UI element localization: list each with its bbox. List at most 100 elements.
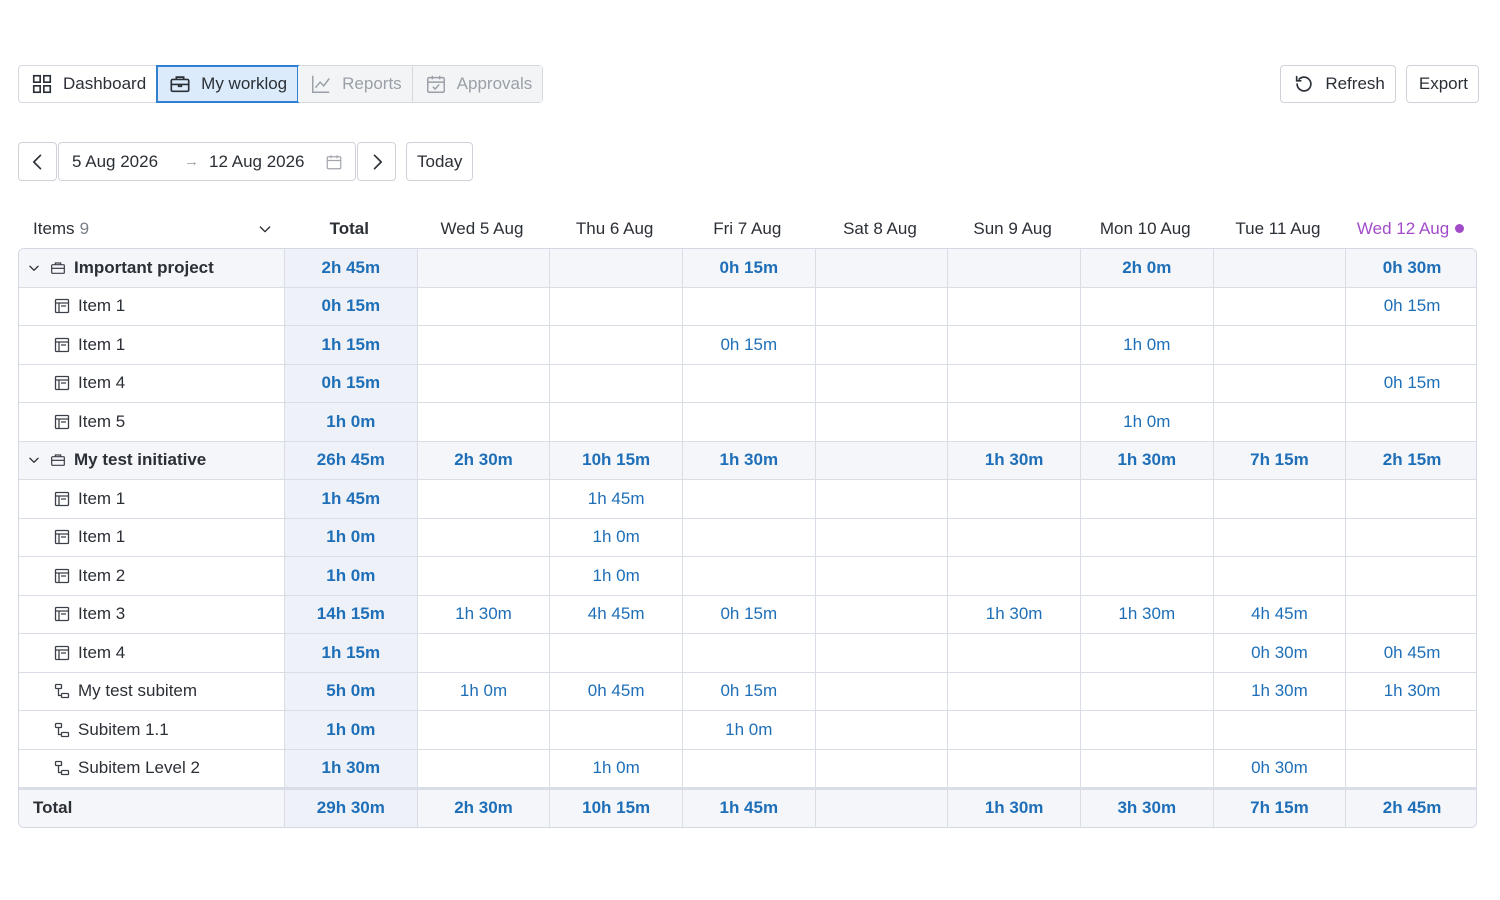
time-cell[interactable] [814,749,948,787]
time-cell[interactable] [947,634,1080,672]
time-cell[interactable] [814,403,948,441]
time-cell[interactable] [1345,326,1476,364]
time-cell[interactable] [416,749,550,787]
time-cell[interactable] [1345,749,1476,787]
time-cell[interactable] [681,634,815,672]
time-cell[interactable] [416,480,550,518]
refresh-button[interactable]: Refresh [1280,65,1396,103]
row-name-cell[interactable]: Important project [19,249,284,287]
time-cell[interactable] [1212,364,1346,402]
time-cell[interactable]: 0h 30m [1212,634,1346,672]
time-cell[interactable] [549,364,682,402]
time-cell[interactable] [1212,403,1346,441]
time-cell[interactable] [1079,672,1213,710]
time-cell[interactable] [1079,749,1213,787]
time-cell[interactable] [681,518,815,556]
time-cell[interactable]: 1h 0m [549,749,682,787]
time-cell[interactable]: 0h 30m [1212,749,1346,787]
time-cell[interactable] [1212,518,1346,556]
time-cell[interactable] [1079,518,1213,556]
collapse-chevron-icon[interactable] [27,453,41,467]
row-name-cell[interactable]: Item 1 [19,480,284,518]
time-cell[interactable] [416,326,550,364]
time-cell[interactable] [681,557,815,595]
time-cell[interactable]: 1h 30m [1212,672,1346,710]
time-cell[interactable] [947,672,1080,710]
time-cell[interactable] [549,326,682,364]
row-name-cell[interactable]: My test initiative [19,442,284,480]
time-cell[interactable]: 1h 30m [1079,595,1213,633]
tab-dashboard[interactable]: Dashboard [19,66,158,102]
time-cell[interactable] [681,287,815,325]
time-cell[interactable]: 0h 45m [1345,634,1476,672]
time-cell[interactable]: 4h 45m [1212,595,1346,633]
time-cell[interactable]: 0h 45m [549,672,682,710]
time-cell[interactable] [1079,287,1213,325]
time-cell[interactable]: 0h 15m [681,595,815,633]
time-cell[interactable] [814,480,948,518]
time-cell[interactable] [814,672,948,710]
time-cell[interactable] [1345,403,1476,441]
row-name-cell[interactable]: Item 4 [19,634,284,672]
time-cell[interactable] [549,711,682,749]
time-cell[interactable]: 1h 0m [1079,403,1213,441]
time-cell[interactable] [1079,480,1213,518]
time-cell[interactable] [1345,518,1476,556]
time-cell[interactable]: 1h 30m [947,595,1080,633]
time-cell[interactable] [814,518,948,556]
time-cell[interactable] [814,557,948,595]
time-cell[interactable] [1345,557,1476,595]
time-cell[interactable]: 1h 0m [1079,326,1213,364]
time-cell[interactable] [947,403,1080,441]
time-cell[interactable] [814,634,948,672]
collapse-chevron-icon[interactable] [27,261,41,275]
time-cell[interactable] [947,364,1080,402]
date-range-picker[interactable]: 5 Aug 2026 → 12 Aug 2026 [58,142,356,181]
row-name-cell[interactable]: Item 1 [19,326,284,364]
time-cell[interactable]: 0h 15m [1345,287,1476,325]
time-cell[interactable] [947,557,1080,595]
time-cell[interactable] [416,403,550,441]
time-cell[interactable] [416,287,550,325]
time-cell[interactable] [681,364,815,402]
time-cell[interactable] [549,287,682,325]
time-cell[interactable] [947,326,1080,364]
time-cell[interactable]: 1h 30m [1345,672,1476,710]
time-cell[interactable]: 1h 45m [549,480,682,518]
time-cell[interactable] [814,326,948,364]
row-name-cell[interactable]: Subitem Level 2 [19,750,284,788]
time-cell[interactable] [549,403,682,441]
time-cell[interactable]: 0h 15m [681,672,815,710]
export-button[interactable]: Export [1405,65,1479,103]
previous-week-button[interactable] [18,142,57,181]
row-name-cell[interactable]: My test subitem [19,673,284,711]
time-cell[interactable] [1079,711,1213,749]
time-cell[interactable] [1212,557,1346,595]
time-cell[interactable] [681,749,815,787]
time-cell[interactable] [947,749,1080,787]
time-cell[interactable] [814,711,948,749]
tab-my-worklog[interactable]: My worklog [156,65,300,103]
time-cell[interactable] [681,403,815,441]
row-name-cell[interactable]: Item 2 [19,557,284,595]
row-name-cell[interactable]: Item 1 [19,288,284,326]
today-button[interactable]: Today [406,142,474,181]
items-column-header[interactable]: Items 9 [18,219,283,239]
time-cell[interactable] [947,287,1080,325]
row-name-cell[interactable]: Item 4 [19,365,284,403]
time-cell[interactable] [1345,711,1476,749]
tab-approvals[interactable]: Approvals [412,66,543,102]
time-cell[interactable] [947,711,1080,749]
time-cell[interactable]: 0h 15m [681,326,815,364]
time-cell[interactable] [1079,634,1213,672]
time-cell[interactable] [416,364,550,402]
time-cell[interactable] [947,480,1080,518]
time-cell[interactable]: 1h 0m [549,557,682,595]
row-name-cell[interactable]: Item 1 [19,519,284,557]
time-cell[interactable] [1345,595,1476,633]
time-cell[interactable] [1212,287,1346,325]
time-cell[interactable] [1345,480,1476,518]
time-cell[interactable]: 1h 0m [549,518,682,556]
time-cell[interactable] [947,518,1080,556]
time-cell[interactable] [1212,711,1346,749]
